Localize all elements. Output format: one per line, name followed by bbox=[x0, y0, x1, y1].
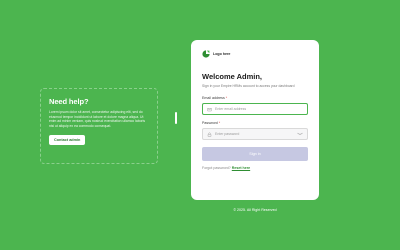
page-title: Welcome Admin, bbox=[202, 72, 263, 81]
panel-divider bbox=[175, 112, 177, 124]
email-placeholder: Enter email address bbox=[215, 107, 247, 112]
contact-admin-button[interactable]: Contact admin bbox=[49, 135, 86, 146]
login-card: Logo here Welcome Admin, Sign in your Em… bbox=[191, 40, 319, 200]
required-mark: * bbox=[225, 96, 228, 101]
logo: Logo here bbox=[202, 50, 308, 58]
help-text: Lorem ipsum dolor sit amet, consectetur … bbox=[49, 110, 146, 128]
page-subtitle: Sign in your Empire HRMs account to acce… bbox=[202, 84, 295, 88]
footer-copyright: © 2025. All Right Reserved bbox=[233, 208, 277, 212]
lock-icon bbox=[207, 132, 212, 137]
forgot-password-row: Forgot password? Reset here bbox=[202, 166, 308, 170]
mail-icon bbox=[207, 107, 212, 112]
eye-off-icon[interactable] bbox=[297, 132, 303, 136]
password-placeholder: Enter password bbox=[215, 132, 240, 137]
reset-password-link[interactable]: Reset here bbox=[232, 166, 250, 170]
password-label: Password * bbox=[202, 121, 221, 126]
email-field[interactable]: Enter email address bbox=[202, 103, 308, 116]
help-panel: Need help? Lorem ipsum dolor sit amet, c… bbox=[40, 88, 158, 164]
help-title: Need help? bbox=[49, 97, 89, 106]
forgot-password-text: Forgot password? bbox=[202, 166, 231, 171]
email-label: Email address * bbox=[202, 96, 228, 101]
logo-icon bbox=[202, 50, 210, 58]
required-mark: * bbox=[218, 121, 221, 126]
password-field[interactable]: Enter password bbox=[202, 128, 308, 141]
logo-text: Logo here bbox=[213, 52, 231, 56]
sign-in-button[interactable]: Sign in bbox=[202, 147, 308, 162]
